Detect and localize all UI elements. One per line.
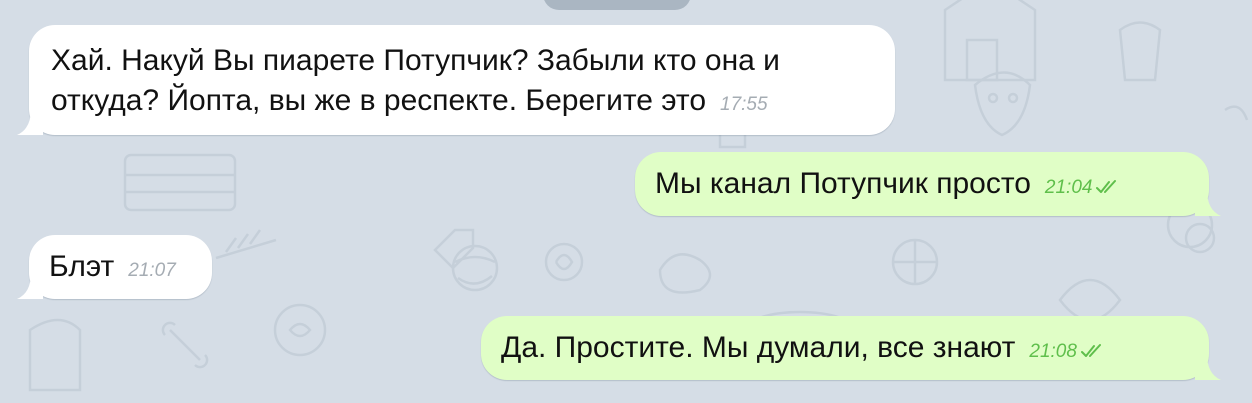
- bubble-tail: [17, 273, 43, 299]
- message-time: 21:04: [1044, 177, 1093, 198]
- bubble-tail: [1195, 354, 1221, 380]
- message-text-line: Хай. Накуй Вы пиарете Потупчик? Забыли к…: [51, 44, 780, 77]
- outgoing-message[interactable]: Мы канал Потупчик просто 21:04: [635, 152, 1221, 216]
- message-text-line: откуда? Йопта, вы же в респекте. Берегит…: [51, 84, 707, 117]
- double-check-icon: [1096, 180, 1117, 193]
- message-text: Да. Простите. Мы думали, все знают: [501, 331, 1016, 364]
- message-text: Мы канал Потупчик просто: [655, 167, 1031, 200]
- message-time: 21:08: [1029, 341, 1077, 362]
- message-time: 21:07: [128, 260, 176, 281]
- bubble-tail: [1195, 190, 1221, 216]
- message-text: Блэт: [49, 250, 115, 283]
- double-check-icon: [1080, 344, 1101, 357]
- message-time: 17:55: [720, 94, 768, 115]
- incoming-message[interactable]: Хай. Накуй Вы пиарете Потупчик? Забыли к…: [17, 25, 895, 135]
- outgoing-message[interactable]: Да. Простите. Мы думали, все знают 21:08: [481, 316, 1221, 380]
- date-header-pill: [543, 0, 691, 10]
- chat-area[interactable]: Хай. Накуй Вы пиарете Потупчик? Забыли к…: [0, 0, 1252, 403]
- bubble-tail: [17, 109, 43, 135]
- incoming-message[interactable]: Блэт 21:07: [17, 235, 212, 299]
